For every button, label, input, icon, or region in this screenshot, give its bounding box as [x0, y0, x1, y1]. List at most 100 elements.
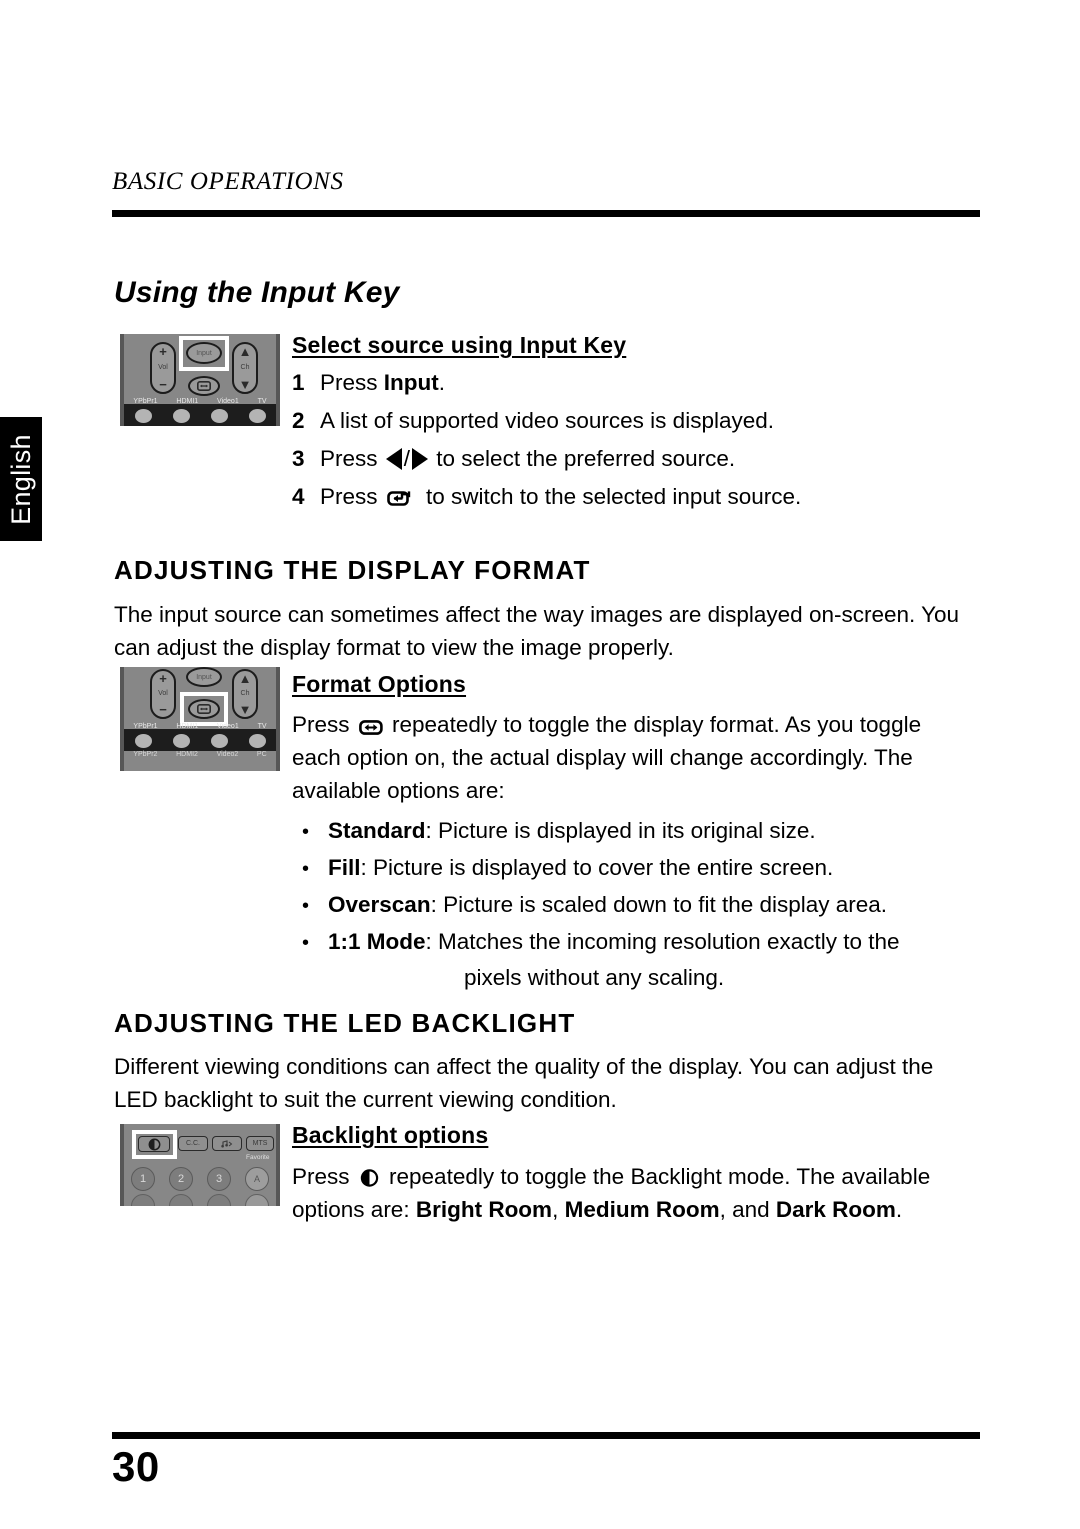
step-text-after: .: [438, 370, 446, 395]
heading-adjusting-led-backlight: ADJUSTING THE LED BACKLIGHT: [114, 1008, 576, 1038]
option-desc: : Matches the incoming resolution exactl…: [425, 929, 900, 954]
remote-body: C.C. MTS Favorite 1 2 3 A: [120, 1124, 280, 1206]
step-item: 1 Press Input.: [292, 368, 980, 398]
source-label: YPbPr2: [133, 751, 158, 758]
step-text: Press / to select the preferred source.: [320, 446, 736, 471]
number-buttons-row: 1 2 3 A: [124, 1166, 276, 1192]
backlight-option-3: Dark Room: [775, 1197, 896, 1222]
step-text-before: Press: [320, 446, 384, 471]
header-rule: [112, 210, 980, 217]
favorite-button: A: [245, 1167, 269, 1191]
source-button: [172, 733, 190, 748]
bullet-marker: •: [302, 895, 310, 917]
input-button-label: Input: [196, 349, 212, 357]
enter-key-icon: [386, 491, 410, 506]
step-text: Press to switch to the selected input so…: [320, 482, 980, 512]
language-tab: English: [0, 417, 42, 541]
source-label: Video2: [216, 751, 239, 758]
backlight-contrast-icon: [360, 1169, 378, 1187]
channel-rocker: ▲ Ch ▼: [232, 342, 258, 394]
step-text-after: to switch to the selected input source.: [419, 484, 802, 509]
source-label: Video1: [217, 723, 239, 730]
volume-down-symbol: −: [159, 702, 167, 717]
number-button: [207, 1194, 231, 1206]
list-item-text: Fill: Picture is displayed to cover the …: [328, 850, 980, 886]
display-format-icon: [197, 704, 211, 714]
volume-rocker: + Vol −: [150, 669, 176, 719]
step-item: 2 A list of supported video sources is d…: [292, 406, 980, 436]
display-format-icon: [197, 381, 211, 391]
input-button-on-remote: Input: [186, 342, 222, 364]
list-item: • Standard: Picture is displayed in its …: [302, 813, 980, 850]
step-number: 3: [292, 446, 305, 471]
format-button-on-remote: [188, 699, 220, 719]
page-title: Using the Input Key: [114, 276, 400, 309]
source-button: [172, 409, 190, 423]
step-number: 1: [292, 370, 305, 395]
volume-up-symbol: +: [159, 344, 167, 359]
list-item-text: Overscan: Picture is scaled down to fit …: [328, 887, 980, 923]
favorite-label: Favorite: [246, 1154, 270, 1161]
language-tab-label: English: [5, 433, 36, 525]
option-desc: : Picture is displayed to cover the enti…: [360, 855, 834, 880]
number-button: [169, 1194, 193, 1206]
channel-rocker: ▲ Ch ▼: [232, 669, 258, 719]
channel-label: Ch: [240, 364, 250, 371]
option-term: Overscan: [328, 892, 431, 917]
source-button: [210, 733, 228, 748]
channel-label: Ch: [240, 690, 250, 697]
source-label: TV: [257, 723, 267, 730]
backlight-sep-1: ,: [552, 1197, 565, 1222]
volume-label: Vol: [158, 364, 168, 371]
source-labels-row1: YPbPr1 HDMI1 Video1 TV: [124, 398, 276, 405]
source-button: [248, 733, 266, 748]
backlight-sep-2: , and: [719, 1197, 776, 1222]
step-item: 3 Press / to select the preferred source…: [292, 444, 980, 474]
mts-button: MTS: [246, 1136, 274, 1151]
remote-body: + Vol − Input ▲ Ch ▼ YPbPr1 HDMI1 Video1…: [120, 334, 280, 426]
sound-icon: [221, 1139, 233, 1147]
sound-mode-button: [212, 1136, 242, 1151]
subheading-select-source: Select source using Input Key: [292, 332, 627, 358]
option-term: 1:1 Mode: [328, 929, 426, 954]
list-item-text: Standard: Picture is displayed in its or…: [328, 813, 980, 849]
bullet-marker: •: [302, 858, 310, 880]
backlight-intro-before: Press: [292, 1164, 356, 1189]
backlight-options-text: Press repeatedly to toggle the Backlight…: [292, 1160, 972, 1226]
source-label: PC: [256, 751, 267, 758]
closed-caption-label: C.C.: [186, 1140, 200, 1147]
step-number: 2: [292, 408, 305, 433]
input-button-on-remote: Input: [186, 667, 222, 687]
arrow-left-icon: [385, 448, 402, 470]
number-button: [131, 1194, 155, 1206]
source-label: Video1: [217, 398, 239, 405]
option-desc: : Picture is displayed in its original s…: [425, 818, 816, 843]
closed-caption-button: C.C.: [178, 1136, 208, 1151]
number-button: 2: [169, 1167, 193, 1191]
footer-rule: [112, 1432, 980, 1439]
volume-rocker: + Vol −: [150, 342, 176, 394]
backlight-option-1: Bright Room: [415, 1197, 553, 1222]
display-format-icon: [358, 720, 383, 735]
backlight-option-2: Medium Room: [564, 1197, 720, 1222]
source-button: [134, 409, 152, 423]
option-term: Standard: [328, 818, 426, 843]
step-text: A list of supported video sources is dis…: [320, 408, 774, 433]
backlight-contrast-icon: [148, 1138, 160, 1150]
option-desc: : Picture is scaled down to fit the disp…: [430, 892, 888, 917]
paragraph-led-backlight: Different viewing conditions can affect …: [114, 1054, 934, 1112]
step-text-after: to select the preferred source.: [430, 446, 736, 471]
volume-down-symbol: −: [159, 377, 167, 392]
channel-down-symbol: ▼: [238, 702, 252, 717]
format-options-intro: Press repeatedly to toggle the display f…: [292, 708, 964, 807]
list-item: • Fill: Picture is displayed to cover th…: [302, 850, 980, 887]
volume-label: Vol: [158, 690, 168, 697]
input-steps-list: 1 Press Input. 2 A list of supported vid…: [292, 368, 980, 520]
list-item: • 1:1 Mode: Matches the incoming resolut…: [302, 924, 980, 996]
source-label: YPbPr1: [133, 723, 158, 730]
option-desc-continuation: pixels without any scaling.: [464, 965, 725, 990]
subheading-backlight-options: Backlight options: [292, 1122, 489, 1148]
volume-up-symbol: +: [159, 671, 167, 686]
source-button: [134, 733, 152, 748]
running-head: BASIC OPERATIONS: [112, 168, 344, 195]
